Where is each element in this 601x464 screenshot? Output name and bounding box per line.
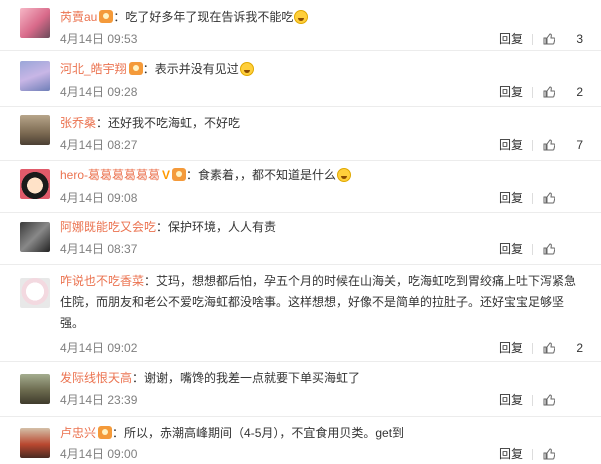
comment-text: 河北_皓宇翔 ：表示并没有见过	[60, 60, 583, 79]
timestamp: 4月14日 09:53	[60, 32, 138, 46]
username-link[interactable]: 咋说也不吃香菜	[60, 274, 144, 288]
timestamp: 4月14日 09:00	[60, 447, 138, 461]
like-button[interactable]: 2	[539, 339, 583, 357]
comment-body: 吃了好多年了现在告诉我不能吃	[125, 10, 294, 24]
reply-button[interactable]: 回复	[499, 339, 523, 357]
timestamp: 4月14日 08:37	[60, 242, 138, 256]
comment-text: 咋说也不吃香菜：艾玛，想想都后怕，孕五个月的时候在山海关，吃海虹吃到胃绞痛上吐下…	[60, 274, 577, 288]
username-link[interactable]: 阿娜既能吃又会吃	[60, 220, 156, 234]
comment-item: 张乔桑：还好我不吃海虹，不好吃 4月14日 08:27 回复 7	[0, 107, 601, 161]
comment-item: 卢忠兴 ：所以，赤潮高峰期间（4-5月），不宜食用贝类。get到 4月14日 09…	[0, 417, 601, 464]
divider	[532, 343, 533, 354]
comment-item: 阿娜既能吃又会吃：保护环境，人人有责 4月14日 08:37 回复	[0, 213, 601, 265]
comment-text: 阿娜既能吃又会吃：保护环境，人人有责	[60, 220, 277, 234]
member-badge-icon	[98, 426, 113, 439]
thumbs-up-icon	[543, 243, 555, 255]
comment-text: 张乔桑：还好我不吃海虹，不好吃	[60, 116, 241, 130]
thumbs-up-icon	[543, 139, 555, 151]
like-button[interactable]: 3	[539, 30, 583, 48]
avatar[interactable]	[20, 61, 50, 91]
reply-button[interactable]: 回复	[499, 83, 523, 101]
username-link[interactable]: 发际线恨天高	[60, 371, 132, 385]
comment-item: 咋说也不吃香菜：艾玛，想想都后怕，孕五个月的时候在山海关，吃海虹吃到胃绞痛上吐下…	[0, 265, 601, 362]
comment-body: 食素着，，都不知道是什么	[198, 168, 337, 182]
member-badge-icon	[172, 168, 187, 181]
avatar[interactable]	[20, 428, 50, 458]
laugh-emoji-icon	[337, 168, 352, 182]
avatar[interactable]	[20, 8, 50, 38]
divider	[532, 193, 533, 204]
avatar[interactable]	[20, 115, 50, 145]
divider	[532, 449, 533, 460]
timestamp: 4月14日 09:08	[60, 191, 138, 205]
comment-body-line2: 住院，而朋友和老公不爱吃海虹都没啥事。这样想想，好像不是简单的拉肚子。还好宝宝足…	[60, 295, 565, 309]
comment-body: 保护环境，人人有责	[168, 220, 277, 234]
divider	[532, 140, 533, 151]
timestamp: 4月14日 09:02	[60, 341, 138, 355]
thumbs-up-icon	[543, 394, 555, 406]
divider	[532, 34, 533, 45]
username-link[interactable]: 张乔桑	[60, 116, 96, 130]
like-count: 7	[576, 138, 583, 152]
username-link[interactable]: hero-葛葛葛葛葛葛	[60, 168, 160, 182]
avatar[interactable]	[20, 222, 50, 252]
avatar[interactable]	[20, 169, 50, 199]
comment-text: 住院，而朋友和老公不爱吃海虹都没啥事。这样想想，好像不是简单的拉肚子。还好宝宝足…	[60, 292, 583, 313]
avatar[interactable]	[20, 374, 50, 404]
divider	[532, 244, 533, 255]
thumbs-up-icon	[543, 192, 555, 204]
comment-item: 河北_皓宇翔 ：表示并没有见过 4月14日 09:28 回复 2	[0, 51, 601, 107]
comment-item: 芮賣au ：吃了好多年了现在告诉我不能吃 4月14日 09:53 回复 3	[0, 0, 601, 51]
timestamp: 4月14日 08:27	[60, 138, 138, 152]
laugh-emoji-icon	[239, 62, 254, 76]
comment-body-line3: 强。	[60, 316, 85, 330]
reply-button[interactable]: 回复	[499, 391, 523, 409]
member-badge-icon	[99, 10, 114, 23]
reply-button[interactable]: 回复	[499, 445, 523, 463]
timestamp: 4月14日 09:28	[60, 85, 138, 99]
thumbs-up-icon	[543, 448, 555, 460]
comment-body: 表示并没有见过	[154, 62, 239, 76]
timestamp: 4月14日 23:39	[60, 393, 138, 407]
comment-item: hero-葛葛葛葛葛葛 V ：食素着，，都不知道是什么 4月14日 09:08 回复	[0, 161, 601, 213]
divider	[532, 395, 533, 406]
comment-text: hero-葛葛葛葛葛葛 V ：食素着，，都不知道是什么	[60, 166, 583, 185]
comment-text: 发际线恨天高：谢谢，嘴馋的我差一点就要下单买海虹了	[60, 371, 361, 385]
like-count: 2	[576, 341, 583, 355]
username-link[interactable]: 芮賣au	[60, 10, 97, 24]
avatar[interactable]	[20, 278, 50, 308]
username-link[interactable]: 河北_皓宇翔	[60, 62, 127, 76]
like-count: 3	[576, 32, 583, 46]
like-button[interactable]: 2	[539, 83, 583, 101]
comment-text: 强。	[60, 313, 583, 334]
thumbs-up-icon	[543, 86, 555, 98]
like-count: 2	[576, 85, 583, 99]
verified-v-icon: V	[162, 168, 171, 182]
laugh-emoji-icon	[294, 10, 309, 24]
username-link[interactable]: 卢忠兴	[60, 426, 96, 440]
like-button[interactable]: 7	[539, 136, 583, 154]
thumbs-up-icon	[543, 33, 555, 45]
reply-button[interactable]: 回复	[499, 30, 523, 48]
comment-text: 芮賣au ：吃了好多年了现在告诉我不能吃	[60, 8, 583, 27]
comment-text: 卢忠兴 ：所以，赤潮高峰期间（4-5月），不宜食用贝类。get到	[60, 426, 405, 440]
reply-button[interactable]: 回复	[499, 189, 523, 207]
reply-button[interactable]: 回复	[499, 136, 523, 154]
thumbs-up-icon	[543, 342, 555, 354]
member-badge-icon	[128, 62, 143, 75]
reply-button[interactable]: 回复	[499, 240, 523, 258]
comment-item: 发际线恨天高：谢谢，嘴馋的我差一点就要下单买海虹了 4月14日 23:39 回复	[0, 362, 601, 417]
comment-body: 谢谢，嘴馋的我差一点就要下单买海虹了	[144, 371, 361, 385]
comment-body: 还好我不吃海虹，不好吃	[108, 116, 241, 130]
comment-body: 所以，赤潮高峰期间（4-5月），不宜食用贝类。get到	[124, 426, 405, 440]
divider	[532, 87, 533, 98]
comment-body-line1: 艾玛，想想都后怕，孕五个月的时候在山海关，吃海虹吃到胃绞痛上吐下泻紧急	[156, 274, 577, 288]
